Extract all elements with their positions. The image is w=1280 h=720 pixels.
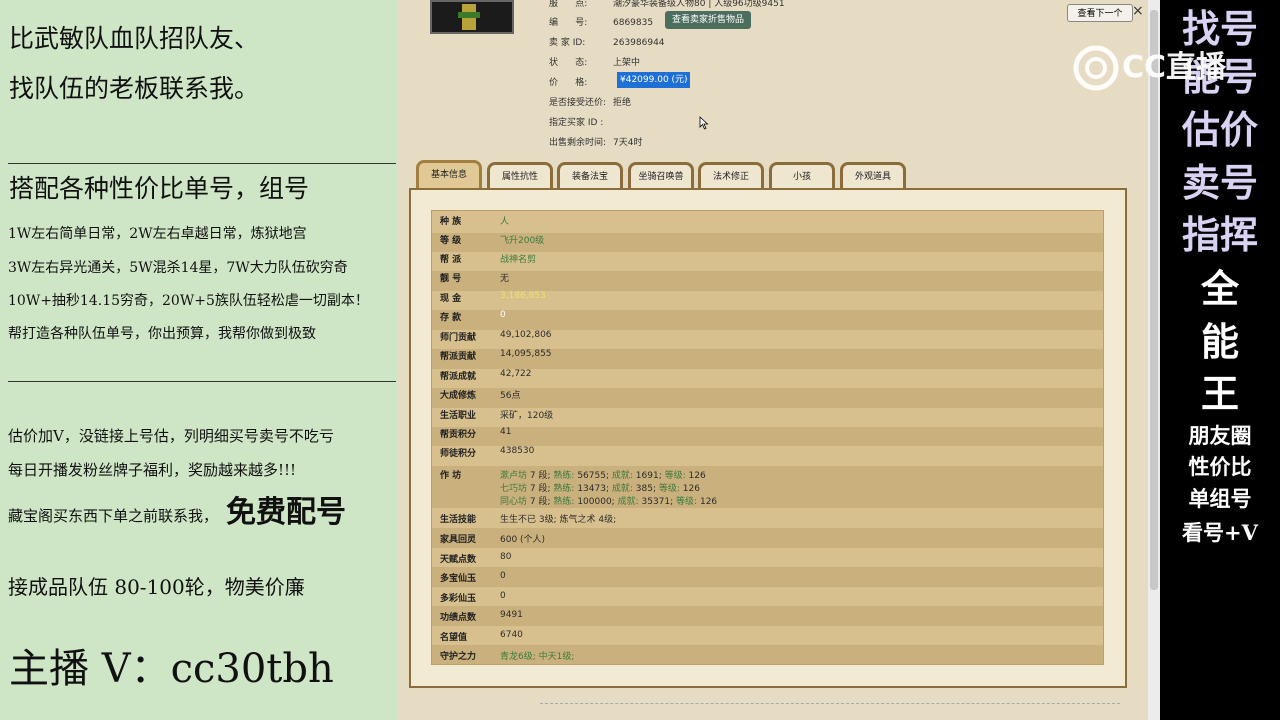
seller-id-value: 263986944 (613, 38, 665, 48)
tab-spells[interactable]: 法术修正 (698, 162, 764, 188)
workshop-line: 同心坊 7 段; 熟练: 100000; 成就: 35371; 等级: 126 (500, 497, 718, 507)
promo-vertical-6: 全 (1200, 266, 1239, 311)
table-row: 功绩点数 9491 (432, 606, 1103, 626)
promo-text-4: 帮打造各种队伍单号，你出预算，我帮你做到极致 (8, 326, 316, 342)
table-row: 师徒积分 438530 (440, 446, 535, 459)
divider (8, 381, 396, 382)
divider (8, 163, 396, 164)
table-row: 存 款0 (432, 310, 1103, 330)
promo-wechat-3: 单组号 (1188, 486, 1252, 511)
promo-vertical-7: 能 (1200, 319, 1239, 364)
promo-vertical-3: 估价 (1181, 107, 1258, 152)
table-row: 帮贡积分 41 (432, 427, 1103, 446)
price-row: 价 格: (549, 78, 588, 88)
promo-text-3: 10W+抽秒14.15穷奇，20W+5族队伍轻松虐一切副本！ (8, 293, 369, 309)
promo-text-6: 每日开播发粉丝牌子福利，奖励越来越多!!! (8, 461, 297, 479)
table-row: 名望值 6740 (440, 630, 523, 643)
id-value: 6869835 (613, 18, 654, 28)
cc-live-logo: CC直播 (1072, 44, 1242, 92)
bargain-value: 拒绝 (613, 98, 632, 108)
table-row: 师门贡献 49,102,806 (440, 330, 552, 343)
server-value: 潮汐豪华装备级人物80 | 人级96功级9451 (613, 0, 785, 9)
promo-vertical-8: 王 (1200, 371, 1239, 416)
promo-heading-2: 搭配各种性价比单号，组号 (9, 174, 310, 203)
character-icon (458, 4, 480, 30)
promo-line-1: 比武敏队血队招队友、 (9, 24, 260, 53)
tab-children[interactable]: 小孩 (769, 162, 835, 188)
promo-panel-right: 找号 能号 估价 卖号 指挥 全 能 王 朋友圈 性价比 单组号 看号+V (1160, 0, 1280, 720)
table-row: 生活技能 生生不已 3级; 炼气之术 4级; (440, 515, 617, 525)
table-row-workshop: 作 坊 漱卢坊 7 段; 熟练: 56755; 成就: 1691; 等级: 12… (432, 466, 1103, 508)
promo-text-1: 1W左右简单日常，2W左右卓越日常，炼狱地宫 (8, 226, 307, 242)
promo-vertical-1: 找号 (1181, 6, 1258, 51)
tab-attributes[interactable]: 属性抗性 (487, 162, 553, 188)
table-row: 生活职业 采矿，120级 (440, 411, 554, 421)
view-next-button[interactable]: 查看下一个 (1067, 4, 1133, 22)
tab-basic-info[interactable]: 基本信息 (416, 160, 482, 188)
promo-text-5: 估价加V，没链接上号估，列明细买号卖号不吃亏 (8, 427, 334, 445)
anchor-contact: 主播 V：cc30tbh (9, 646, 334, 692)
character-thumbnail (430, 0, 514, 34)
table-row: 守护之力 青龙6级; 中天1级; (432, 645, 1103, 664)
bargain-row: 是否接受还价: 拒绝 (549, 98, 632, 108)
tab-mounts-pets[interactable]: 坐骑召唤兽 (628, 162, 694, 188)
buyer-row: 指定买家 ID : (549, 118, 604, 128)
mouse-cursor-icon (699, 116, 709, 130)
table-row: 帮派成就 42,722 (440, 369, 532, 382)
divider (540, 703, 1120, 704)
view-seller-items-button[interactable]: 查看卖家折售物品 (665, 11, 751, 29)
promo-panel-left: 比武敏队血队招队友、 找队伍的老板联系我。 搭配各种性价比单号，组号 1W左右简… (0, 0, 397, 720)
id-row: 编 号: 6869835 (549, 18, 654, 28)
logo-text: CC直播 (1122, 50, 1227, 85)
table-row: 靓 号无 (432, 271, 1103, 291)
price-value[interactable]: ¥42099.00 (元) (617, 72, 690, 88)
workshop-line: 漱卢坊 7 段; 熟练: 56755; 成就: 1691; 等级: 126 (500, 471, 706, 481)
promo-wechat-1: 朋友圈 (1188, 423, 1252, 448)
close-icon[interactable]: × (1132, 3, 1144, 19)
tab-appearance[interactable]: 外观道具 (840, 162, 906, 188)
table-row: 帮派贡献 14,095,855 (432, 349, 1103, 369)
promo-highlight: 免费配号 (226, 495, 346, 530)
time-row: 出售剩余时间: 7天4时 (549, 138, 643, 148)
server-row: 服 点: 潮汐豪华装备级人物80 | 人级96功级9451 (549, 0, 785, 9)
table-row: 现 金 3,186,853 (440, 291, 546, 304)
table-row: 多宝仙玉 0 (432, 567, 1103, 587)
promo-line-2: 找队伍的老板联系我。 (9, 74, 260, 103)
promo-wechat-2: 性价比 (1188, 454, 1252, 479)
table-row: 等 级飞升200级 (432, 233, 1103, 252)
promo-vertical-5: 指挥 (1181, 212, 1258, 257)
workshop-line: 七巧坊 7 段; 熟练: 13473; 成就: 385; 等级: 126 (500, 484, 700, 494)
scrollbar-thumb[interactable] (1150, 10, 1158, 590)
seller-row: 卖 家 ID: 263986944 (549, 38, 665, 48)
promo-text-8: 接成品队伍 80-100轮，物美价廉 (8, 575, 305, 599)
promo-text-7: 藏宝阁买东西下单之前联系我， (8, 507, 219, 525)
table-row: 帮 派战神名剪 (440, 255, 537, 265)
tab-equipment[interactable]: 装备法宝 (557, 162, 623, 188)
table-row: 多彩仙玉 0 (440, 591, 506, 604)
vertical-scrollbar[interactable] (1148, 0, 1160, 720)
promo-vertical-4: 卖号 (1181, 160, 1258, 205)
table-row: 家具回灵 600 (个人) (432, 528, 1103, 548)
status-row: 状 态: 上架中 (549, 58, 641, 68)
table-row: 天赋点数 80 (440, 552, 512, 565)
time-value: 7天4时 (613, 138, 643, 148)
table-row: 种 族人 (440, 217, 510, 227)
promo-wechat-4: 看号+V (1182, 520, 1258, 545)
status-value: 上架中 (613, 58, 641, 68)
promo-text-2: 3W左右异光通关，5W混杀14星，7W大力队伍砍穷奇 (8, 260, 348, 276)
table-row: 大成修炼 56点 (432, 388, 1103, 408)
